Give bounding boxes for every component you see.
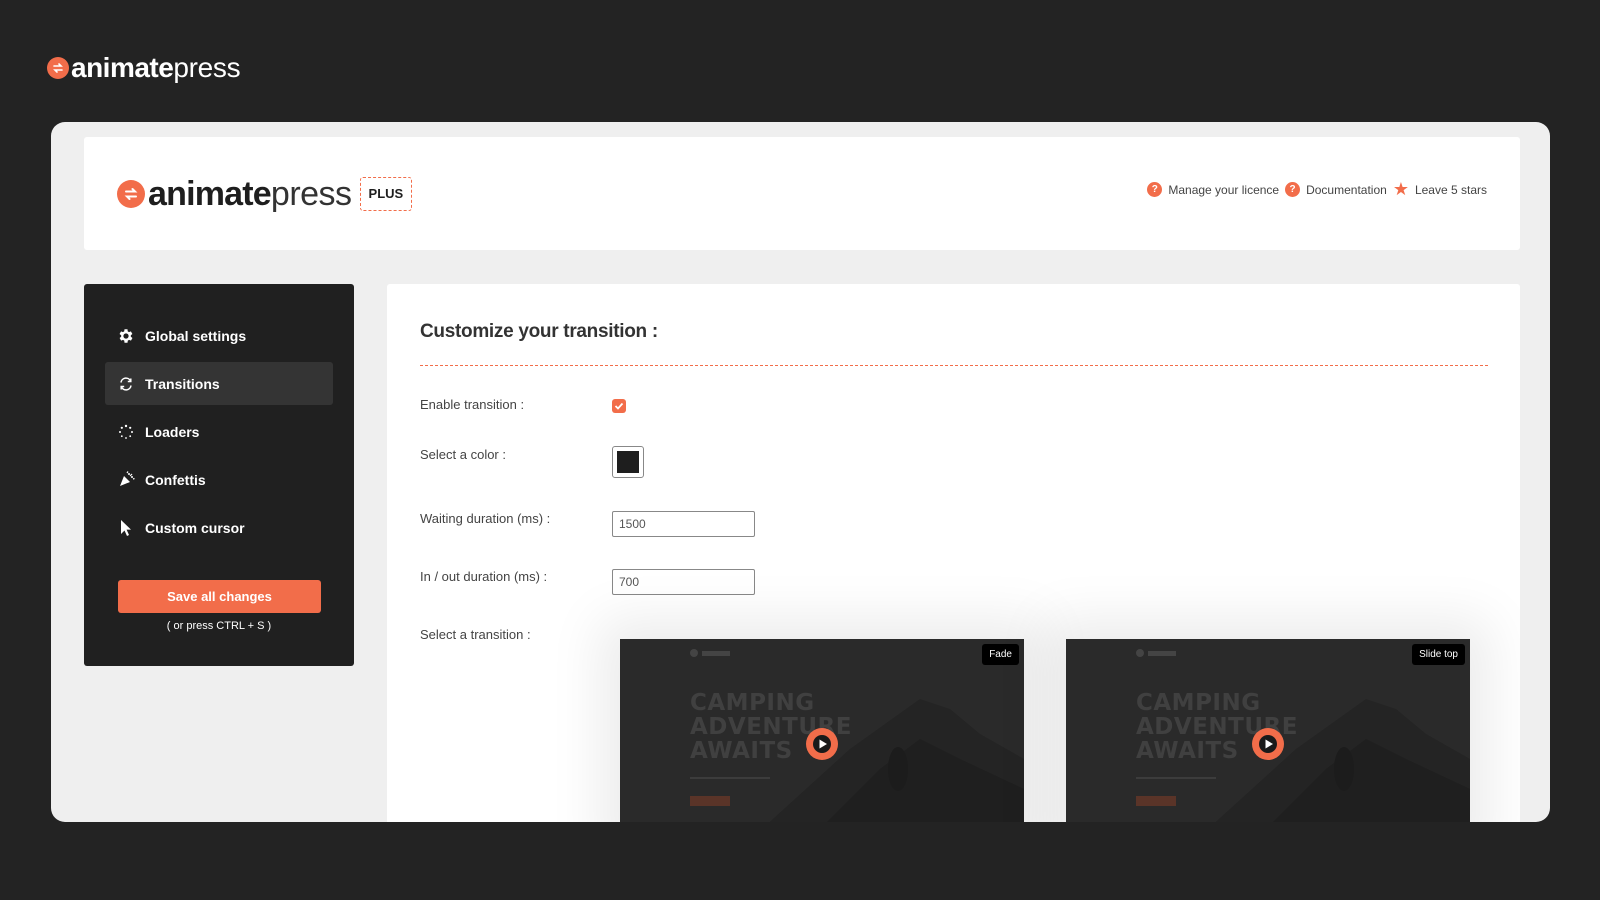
header-links: ? Manage your licence ? Documentation ★ …	[1147, 179, 1487, 199]
preview-cta	[690, 796, 730, 806]
sidebar-item-label: Custom cursor	[145, 519, 245, 536]
sidebar-item-label: Transitions	[145, 375, 220, 392]
brand-name-light: press	[270, 175, 352, 213]
logo-icon	[117, 180, 145, 208]
preview-hero-text: CAMPING ADVENTURE AWAITS	[1136, 690, 1298, 764]
sidebar-item-label: Confettis	[145, 471, 206, 488]
transition-option-slide-top[interactable]: CAMPING ADVENTURE AWAITS Slide top	[1066, 639, 1470, 822]
sidebar: Global settings Transitions Loaders Conf…	[84, 284, 354, 666]
documentation-label: Documentation	[1306, 182, 1387, 197]
sidebar-item-confettis[interactable]: Confettis	[105, 458, 333, 501]
refresh-icon	[117, 375, 135, 393]
sidebar-item-label: Loaders	[145, 423, 200, 440]
brand-name-bold: animate	[71, 52, 174, 83]
plus-badge: PLUS	[359, 177, 413, 211]
cursor-icon	[117, 519, 135, 537]
transition-tag: Fade	[982, 644, 1019, 665]
brand-name-bold: animate	[148, 175, 272, 213]
brand-logo: animate press PLUS	[117, 175, 413, 213]
logo-icon	[47, 57, 69, 79]
sidebar-item-custom-cursor[interactable]: Custom cursor	[105, 506, 333, 549]
save-shortcut-hint: ( or press CTRL + S )	[166, 620, 272, 632]
brand-name-light: press	[173, 52, 241, 83]
select-transition-label: Select a transition :	[420, 627, 531, 642]
question-icon: ?	[1285, 182, 1301, 197]
preview-hero-text: CAMPING ADVENTURE AWAITS	[690, 690, 852, 764]
color-picker[interactable]	[612, 446, 644, 478]
question-icon: ?	[1147, 182, 1163, 197]
sidebar-item-loaders[interactable]: Loaders	[105, 410, 333, 453]
divider	[420, 365, 1488, 366]
manage-licence-label: Manage your licence	[1168, 182, 1280, 197]
sidebar-item-label: Global settings	[145, 327, 247, 344]
transition-tag: Slide top	[1412, 644, 1465, 665]
documentation-link[interactable]: ? Documentation	[1285, 182, 1387, 197]
color-swatch-fill	[617, 451, 639, 473]
preview-navbar	[690, 649, 732, 657]
play-icon[interactable]	[1252, 728, 1284, 760]
transition-settings-panel: Customize your transition : Enable trans…	[387, 284, 1520, 822]
spinner-icon	[117, 423, 135, 441]
gear-icon	[117, 327, 135, 345]
play-icon[interactable]	[806, 728, 838, 760]
waiting-duration-label: Waiting duration (ms) :	[420, 511, 551, 526]
party-popper-icon	[117, 471, 135, 489]
inout-duration-label: In / out duration (ms) :	[420, 569, 548, 584]
save-all-changes-button[interactable]: Save all changes	[118, 580, 321, 613]
preview-navbar	[1136, 649, 1178, 657]
enable-transition-label: Enable transition :	[420, 397, 525, 412]
plugin-window: animate press PLUS ? Manage your licence …	[51, 122, 1550, 822]
sidebar-item-transitions[interactable]: Transitions	[105, 362, 333, 405]
inout-duration-input[interactable]	[612, 569, 755, 595]
leave-stars-label: Leave 5 stars	[1414, 182, 1487, 197]
manage-licence-link[interactable]: ? Manage your licence	[1147, 182, 1279, 197]
brand-logo-top: animate press	[47, 52, 241, 84]
page-title: Customize your transition :	[420, 321, 658, 342]
sidebar-item-global-settings[interactable]: Global settings	[105, 314, 333, 357]
check-icon	[614, 402, 624, 410]
preview-cta	[1136, 796, 1176, 806]
star-icon: ★	[1392, 179, 1409, 199]
preview-subtext	[690, 777, 770, 779]
waiting-duration-input[interactable]	[612, 511, 755, 537]
select-color-label: Select a color :	[420, 447, 506, 462]
leave-stars-link[interactable]: ★ Leave 5 stars	[1392, 179, 1487, 199]
plugin-header: animate press PLUS ? Manage your licence …	[84, 137, 1520, 250]
enable-transition-checkbox[interactable]	[612, 399, 626, 413]
transition-option-fade[interactable]: CAMPING ADVENTURE AWAITS Fade	[620, 639, 1024, 822]
preview-subtext	[1136, 777, 1216, 779]
